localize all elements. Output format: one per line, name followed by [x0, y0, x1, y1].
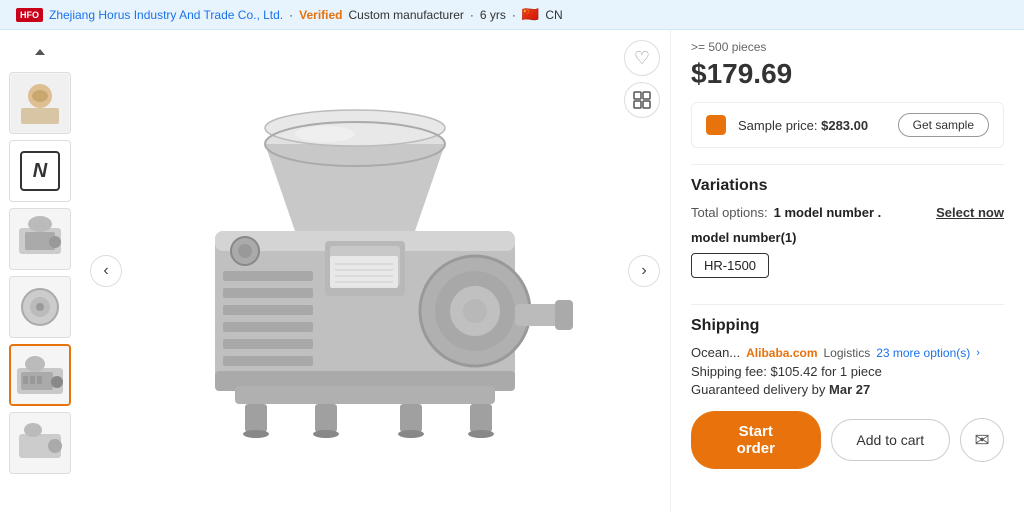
- shipping-fee-row: Shipping fee: $105.42 for 1 piece: [691, 364, 1004, 379]
- add-to-cart-button[interactable]: Add to cart: [831, 419, 951, 461]
- message-icon: ✉: [974, 430, 989, 451]
- sample-price-bar: Sample price: $283.00 Get sample: [691, 102, 1004, 148]
- sample-price-text: Sample price: $283.00: [738, 118, 886, 133]
- thumbnail-2[interactable]: [9, 208, 71, 270]
- wishlist-button[interactable]: ♡: [624, 40, 660, 76]
- divider-2: [691, 304, 1004, 305]
- min-order-label: >= 500 pieces: [691, 40, 1004, 54]
- chevron-right-icon: ›: [976, 347, 980, 359]
- next-image-button[interactable]: ›: [628, 255, 660, 287]
- product-price: $179.69: [691, 58, 1004, 90]
- shipping-section: Shipping Ocean... Alibaba.com Logistics …: [691, 317, 1004, 397]
- chevron-left-icon: ‹: [103, 262, 108, 280]
- shipping-title: Shipping: [691, 317, 1004, 335]
- separator-dot: ·: [289, 8, 293, 22]
- prev-image-button[interactable]: ‹: [90, 255, 122, 287]
- company-type: Custom manufacturer: [349, 8, 464, 22]
- delivery-date: Mar 27: [829, 382, 870, 397]
- chevron-right-icon: ›: [641, 262, 646, 280]
- select-now-link[interactable]: Select now: [936, 205, 1004, 220]
- get-sample-button[interactable]: Get sample: [898, 113, 989, 137]
- company-name-link[interactable]: Zhejiang Horus Industry And Trade Co., L…: [49, 8, 283, 22]
- thumbnail-5[interactable]: [9, 412, 71, 474]
- heart-icon: ♡: [634, 48, 650, 69]
- sample-icon: [706, 115, 726, 135]
- start-order-button[interactable]: Start order: [691, 411, 821, 469]
- zoom-icon: [633, 91, 651, 109]
- action-buttons: Start order Add to cart ✉: [691, 411, 1004, 469]
- logistics-text: Logistics: [824, 346, 871, 360]
- thumbnail-3[interactable]: [9, 276, 71, 338]
- shipping-method: Ocean...: [691, 345, 740, 360]
- main-content: N: [0, 30, 1024, 512]
- divider-1: [691, 164, 1004, 165]
- separator-dot3: ·: [512, 8, 516, 22]
- total-options-label: Total options:: [691, 205, 768, 220]
- delivery-row: Guaranteed delivery by Mar 27: [691, 382, 1004, 397]
- thumbnail-1[interactable]: [9, 72, 71, 134]
- company-logo-badge: HFO: [16, 8, 43, 22]
- country-code: CN: [545, 8, 562, 22]
- variations-row: Total options: 1 model number . Select n…: [691, 205, 1004, 220]
- thumb-scroll-up[interactable]: [9, 38, 71, 66]
- main-product-image: ♡ ‹ ›: [80, 30, 670, 512]
- company-banner: HFO Zhejiang Horus Industry And Trade Co…: [0, 0, 1024, 30]
- alibaba-logo: Alibaba.com: [746, 346, 817, 360]
- sample-label: Sample price:: [738, 118, 817, 133]
- shipping-fee-label: Shipping fee:: [691, 364, 767, 379]
- model-chip-hr1500[interactable]: HR-1500: [691, 253, 769, 278]
- thumbnail-strip: N: [0, 30, 80, 512]
- brand-n-logo: N: [20, 151, 60, 191]
- variations-title: Variations: [691, 177, 1004, 195]
- delivery-label: Guaranteed delivery by: [691, 382, 825, 397]
- company-years: 6 yrs: [480, 8, 506, 22]
- message-button[interactable]: ✉: [960, 418, 1004, 462]
- total-options-value: 1 model number .: [774, 205, 882, 220]
- shipping-method-row: Ocean... Alibaba.com Logistics 23 more o…: [691, 345, 1004, 360]
- separator-dot2: ·: [470, 8, 474, 22]
- thumbnail-4-active[interactable]: [9, 344, 71, 406]
- page: HFO Zhejiang Horus Industry And Trade Co…: [0, 0, 1024, 512]
- model-number-label: model number(1): [691, 230, 1004, 245]
- verified-badge: Verified: [299, 8, 342, 22]
- sample-price-value: $283.00: [821, 118, 868, 133]
- shipping-fee-value: $105.42 for 1 piece: [771, 364, 882, 379]
- product-details-panel: >= 500 pieces $179.69 Sample price: $283…: [670, 30, 1024, 512]
- zoom-button[interactable]: [624, 82, 660, 118]
- country-flag: 🇨🇳: [522, 6, 539, 23]
- gallery-panel: N: [0, 30, 670, 512]
- thumbnail-brand[interactable]: N: [9, 140, 71, 202]
- more-options-link[interactable]: 23 more option(s): [876, 346, 970, 360]
